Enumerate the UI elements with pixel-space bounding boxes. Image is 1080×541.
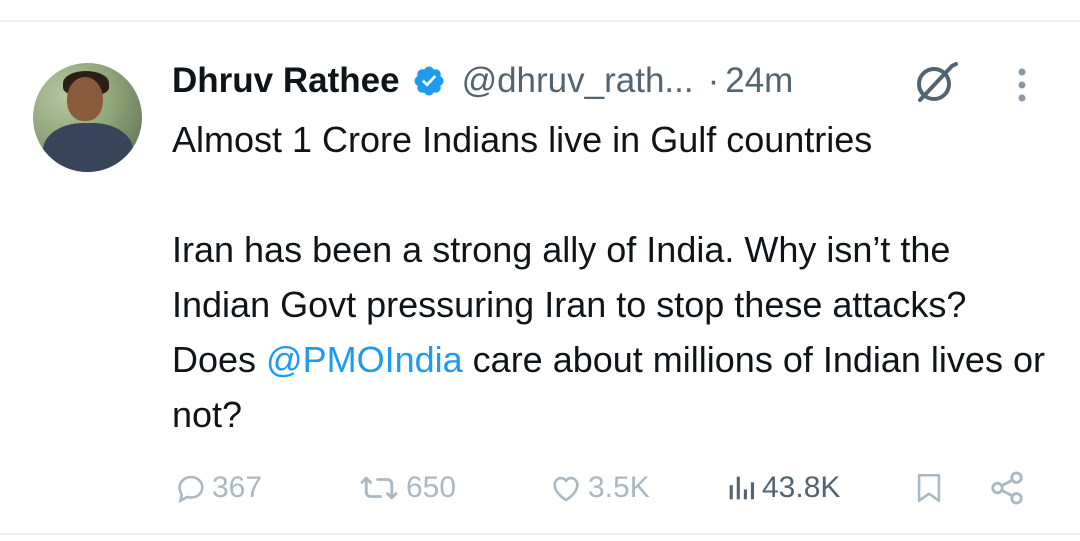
bookmark-button[interactable] [912, 460, 946, 516]
like-count: 3.5K [588, 471, 650, 504]
repost-count: 650 [406, 471, 457, 504]
tweet-header: Dhruv Rathee @dhruv_rath... · 24m [172, 56, 793, 106]
reply-count: 367 [212, 471, 263, 504]
tweet-timestamp[interactable]: 24m [725, 61, 793, 101]
share-button[interactable] [988, 460, 1026, 516]
share-icon [991, 471, 1023, 505]
tweet-actions-bar: 367 650 3.5K 43.8K [0, 460, 1080, 516]
reply-button[interactable]: 367 [174, 460, 262, 516]
mention-link[interactable]: @PMOIndia [266, 339, 463, 380]
verified-badge-icon [414, 66, 444, 96]
like-button[interactable]: 3.5K [548, 460, 650, 516]
author-handle[interactable]: @dhruv_rath... [462, 61, 694, 101]
tweet-text: Almost 1 Crore Indians live in Gulf coun… [172, 112, 1052, 442]
bookmark-icon [917, 473, 941, 503]
reply-icon [178, 475, 204, 504]
more-options-icon[interactable] [1010, 66, 1034, 106]
repost-button[interactable]: 650 [356, 460, 456, 516]
repost-icon [360, 476, 398, 500]
tweet-text-line1: Almost 1 Crore Indians live in Gulf coun… [172, 119, 873, 160]
tweet-text-paragraph2: Iran has been a strong ally of India. Wh… [172, 222, 1052, 442]
view-count: 43.8K [762, 471, 841, 504]
grok-icon[interactable] [912, 60, 960, 104]
header-separator: · [707, 61, 720, 100]
author-name[interactable]: Dhruv Rathee [172, 61, 400, 101]
top-divider [0, 20, 1080, 22]
views-button[interactable]: 43.8K [724, 460, 840, 516]
views-icon [729, 476, 755, 500]
like-icon [553, 476, 579, 502]
author-avatar[interactable] [33, 63, 142, 172]
bottom-divider [0, 533, 1080, 535]
